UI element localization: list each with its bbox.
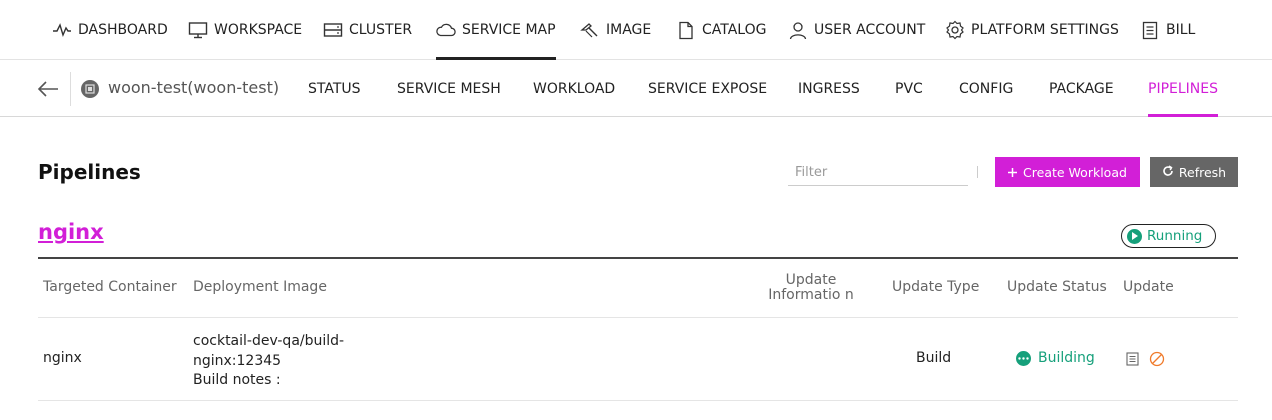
refresh-button[interactable]: Refresh [1150,157,1238,187]
nav-bill-label: BILL [1166,22,1196,38]
column-header-update-status: Update Status [1007,279,1107,295]
column-header-targeted-container: Targeted Container [43,279,177,295]
top-navigation: DASHBOARD WORKSPACE CLUSTER SERVICE MAP … [0,0,1272,60]
tab-pvc[interactable]: PVC [895,60,923,117]
nav-workspace-label: WORKSPACE [214,22,303,38]
nav-cluster-label: CLUSTER [349,22,413,38]
tab-service-mesh[interactable]: SERVICE MESH [397,60,501,117]
status-badge: Running [1121,224,1216,248]
column-header-update: Update [1123,279,1174,295]
nav-service-map-label: SERVICE MAP [462,22,556,38]
status-badge-label: Running [1147,228,1203,244]
column-header-deployment-image: Deployment Image [193,279,327,295]
column-header-update-information: Update Informatio n [768,272,854,303]
tab-pipelines[interactable]: PIPELINES [1148,60,1218,117]
tab-ingress[interactable]: INGRESS [798,60,860,117]
gear-icon [945,20,965,40]
back-arrow-icon[interactable] [36,77,60,101]
log-icon[interactable] [1125,352,1139,366]
document-icon [676,20,696,40]
nav-dashboard[interactable]: DASHBOARD [52,0,168,60]
tab-workload[interactable]: WORKLOAD [533,60,615,117]
cell-targeted-container: nginx [43,350,82,366]
plus-icon [1008,165,1018,180]
nav-user-account[interactable]: USER ACCOUNT [788,0,925,60]
nav-platform-settings-label: PLATFORM SETTINGS [971,22,1119,38]
filter-input[interactable] [788,160,968,186]
cloud-icon [436,20,456,40]
sub-navigation: woon-test(woon-test) STATUS SERVICE MESH… [0,60,1272,117]
image-tag-line: nginx:12345 [193,352,282,369]
image-name-line: cocktail-dev-qa/build- [193,333,345,349]
divider [38,317,1238,318]
column-header-update-type: Update Type [892,279,980,295]
divider [38,400,1238,401]
nav-dashboard-label: DASHBOARD [78,22,168,38]
nav-image-label: IMAGE [606,22,652,38]
tab-package[interactable]: PACKAGE [1049,60,1114,117]
pulse-icon [52,20,72,40]
play-icon [1127,228,1142,244]
divider [70,72,71,106]
tab-service-expose[interactable]: SERVICE EXPOSE [648,60,767,117]
nav-catalog[interactable]: CATALOG [676,0,766,60]
nav-image[interactable]: IMAGE [580,0,651,60]
refresh-label: Refresh [1178,164,1227,180]
divider [38,257,1238,259]
monitor-icon [188,20,208,40]
create-workload-button[interactable]: Create Workload [995,157,1140,187]
cell-deployment-image: cocktail-dev-qa/build- nginx:12345 Build… [193,332,363,391]
nav-user-account-label: USER ACCOUNT [814,22,926,38]
server-icon [323,20,343,40]
nav-service-map[interactable]: SERVICE MAP [436,0,556,60]
nav-platform-settings[interactable]: PLATFORM SETTINGS [945,0,1119,60]
more-dots-icon [1016,350,1031,366]
nav-bill[interactable]: BILL [1140,0,1195,60]
refresh-icon [1162,164,1174,180]
namespace-name: woon-test(woon-test) [108,78,280,97]
update-status-label: Building [1038,350,1095,366]
nav-workspace[interactable]: WORKSPACE [188,0,302,60]
nav-catalog-label: CATALOG [702,22,767,38]
namespace-icon [81,80,99,98]
cell-update-type: Build [916,350,952,366]
nav-cluster[interactable]: CLUSTER [323,0,412,60]
user-icon [788,20,808,40]
page-title: Pipelines [38,160,141,184]
cell-update-status: Building [1016,350,1095,366]
bill-icon [1140,20,1160,40]
workload-name-link[interactable]: nginx [38,220,104,244]
cancel-icon[interactable] [1149,351,1165,367]
tab-config[interactable]: CONFIG [959,60,1013,117]
image-icon [580,20,600,40]
build-notes-line: Build notes : [193,372,281,388]
divider [977,166,978,178]
create-workload-label: Create Workload [1023,164,1127,180]
tab-status[interactable]: STATUS [308,60,361,117]
